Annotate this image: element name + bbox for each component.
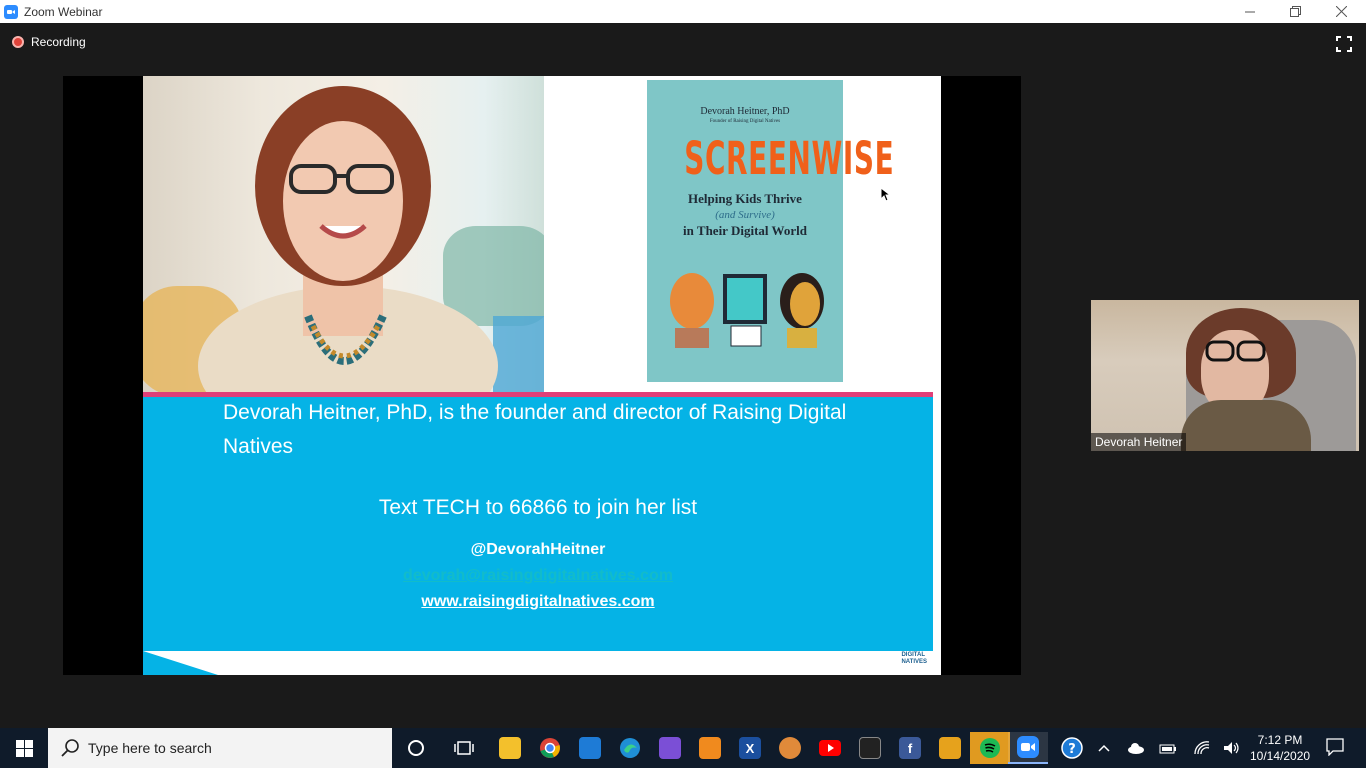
restore-icon — [1289, 6, 1301, 17]
cortana-button[interactable] — [396, 732, 436, 764]
volume-button[interactable] — [1216, 732, 1248, 764]
search-input[interactable] — [88, 740, 388, 756]
speaker-photo — [143, 76, 544, 392]
taskbar-zoom[interactable] — [1008, 732, 1048, 764]
network-button[interactable] — [1186, 732, 1218, 764]
help-button[interactable]: ? — [1052, 732, 1092, 764]
presentation-slide: Devorah Heitner, PhD Founder of Raising … — [143, 76, 941, 675]
facebook-icon: f — [899, 737, 921, 759]
window-app-icon — [579, 737, 601, 759]
svg-text:?: ? — [1068, 742, 1076, 757]
clock-time: 7:12 PM — [1257, 733, 1303, 747]
book-author: Devorah Heitner, PhD — [700, 106, 790, 117]
task-view-icon — [454, 741, 474, 755]
close-button[interactable] — [1318, 0, 1364, 23]
book-subtitle-line3: in Their Digital World — [683, 223, 807, 238]
taskbar-clock[interactable]: 7:12 PM 10/14/2020 — [1250, 732, 1310, 764]
x-app-icon: X — [739, 737, 761, 759]
bio-text: Devorah Heitner, PhD, is the founder and… — [223, 401, 847, 458]
mouse-cursor-icon — [881, 188, 891, 202]
taskbar-edge[interactable] — [610, 732, 650, 764]
wifi-icon — [1194, 741, 1210, 755]
notification-icon — [1326, 738, 1344, 757]
game-app-icon — [699, 737, 721, 759]
media-app-icon — [939, 737, 961, 759]
zoom-app-icon — [4, 4, 18, 19]
monkey-app-icon — [779, 737, 801, 759]
taskbar-search-box[interactable] — [48, 728, 392, 768]
taskbar-media-app[interactable] — [930, 732, 970, 764]
bird-app-icon — [659, 737, 681, 759]
windows-logo-icon — [15, 739, 33, 757]
start-button[interactable] — [0, 728, 48, 768]
minimize-icon — [1245, 11, 1255, 12]
taskbar-x-app[interactable]: X — [730, 732, 770, 764]
meeting-area: Recording Devorah Heitner, PhD Founder o… — [0, 23, 1366, 728]
close-icon — [1335, 6, 1347, 17]
website-link: www.raisingdigitalnatives.com — [421, 593, 655, 610]
youtube-icon — [819, 740, 841, 756]
book-author-role: Founder of Raising Digital Natives — [709, 119, 781, 124]
spotify-icon — [980, 738, 1000, 758]
book-title: SCREENWISE — [684, 132, 895, 185]
speaker-portrait-image — [198, 86, 498, 392]
clock-date: 10/14/2020 — [1250, 749, 1311, 763]
taskbar-file-explorer[interactable] — [490, 732, 530, 764]
folder-icon — [499, 737, 521, 759]
action-center-button[interactable] — [1326, 738, 1344, 761]
taskbar-youtube[interactable] — [810, 732, 850, 764]
cortana-icon — [408, 740, 424, 756]
recording-label: Recording — [31, 35, 86, 49]
participant-name: Devorah Heitner — [1091, 433, 1187, 451]
minimize-button[interactable] — [1227, 0, 1273, 23]
fullscreen-icon[interactable] — [1336, 36, 1352, 52]
cloud-icon — [1128, 742, 1144, 754]
slide-footer — [143, 651, 941, 675]
shared-screen: Devorah Heitner, PhD Founder of Raising … — [63, 76, 1021, 675]
speaker-icon — [1224, 742, 1239, 754]
search-icon — [61, 739, 79, 757]
edge-icon — [620, 738, 640, 758]
help-icon: ? — [1061, 737, 1083, 759]
book-cover: Devorah Heitner, PhD Founder of Raising … — [647, 80, 895, 382]
taskbar-facebook[interactable]: f — [890, 732, 930, 764]
recording-dot-icon — [12, 36, 24, 48]
taskbar-chrome[interactable] — [530, 732, 570, 764]
taskbar-bird-app[interactable] — [650, 732, 690, 764]
taskbar-monkey-app[interactable] — [770, 732, 810, 764]
battery-icon — [1159, 744, 1176, 754]
text-to-join: Text TECH to 66866 to join her list — [378, 496, 698, 519]
windows-taskbar: X f ? 7:12 PM 10/14/2020 — [0, 728, 1366, 768]
book-subtitle-line1: Helping Kids Thrive — [688, 191, 802, 206]
email-link: devorah@raisingdigitalnatives.com — [403, 567, 673, 584]
task-view-button[interactable] — [444, 732, 484, 764]
battery-button[interactable] — [1152, 732, 1184, 764]
recording-indicator[interactable]: Recording — [12, 35, 86, 49]
show-hidden-icons-button[interactable] — [1088, 732, 1120, 764]
twitter-handle: @DevorahHeitner — [470, 541, 606, 558]
taskbar-tool-app[interactable] — [850, 732, 890, 764]
taskbar-game-app[interactable] — [690, 732, 730, 764]
restore-button[interactable] — [1272, 0, 1318, 23]
book-subtitle-line2: (and Survive) — [715, 209, 775, 221]
digital-natives-logo: DIGITAL NATIVES — [901, 652, 927, 665]
chrome-icon — [540, 738, 560, 758]
taskbar-window-app[interactable] — [570, 732, 610, 764]
chevron-up-icon — [1098, 744, 1110, 752]
tool-app-icon — [859, 737, 881, 759]
participant-video[interactable]: Devorah Heitner — [1091, 300, 1359, 451]
title-bar: Zoom Webinar — [0, 0, 1366, 23]
onedrive-button[interactable] — [1120, 732, 1152, 764]
book-illustration — [670, 273, 824, 348]
taskbar-spotify[interactable] — [970, 732, 1010, 764]
zoom-icon — [1017, 736, 1039, 758]
window-title: Zoom Webinar — [24, 4, 103, 19]
